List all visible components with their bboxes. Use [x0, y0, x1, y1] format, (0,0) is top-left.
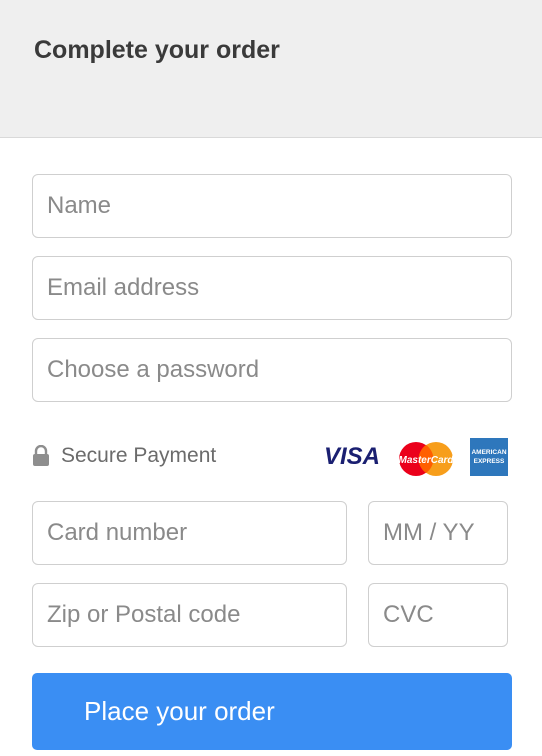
page-title: Complete your order	[34, 36, 280, 64]
amex-logo-text-2: EXPRESS	[474, 458, 505, 465]
expiry-field[interactable]	[368, 501, 508, 565]
secure-payment-row: Secure Payment VISA MasterCard AMERICAN …	[32, 438, 510, 476]
card-number-field[interactable]	[32, 501, 347, 565]
cvc-field[interactable]	[368, 583, 508, 647]
amex-logo: AMERICAN EXPRESS	[470, 438, 508, 481]
page-header: Complete your order	[0, 0, 542, 138]
amex-logo-text-1: AMERICAN	[471, 449, 506, 456]
password-field[interactable]	[32, 338, 512, 402]
mastercard-logo: MasterCard	[397, 440, 455, 483]
zip-field[interactable]	[32, 583, 347, 647]
mastercard-logo-text: MasterCard	[398, 455, 454, 466]
email-field[interactable]	[32, 256, 512, 320]
secure-payment-label: Secure Payment	[61, 444, 217, 467]
visa-logo: VISA	[324, 443, 381, 470]
place-order-button[interactable]: Place your order	[32, 673, 512, 750]
name-field[interactable]	[32, 174, 512, 238]
lock-icon	[32, 444, 50, 472]
